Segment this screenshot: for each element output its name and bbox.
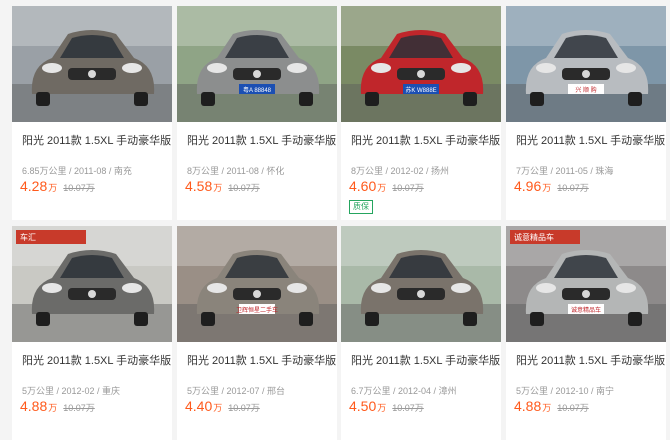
price-row: 4.88万 10.07万 [20,398,95,416]
car-photo[interactable]: 卫辉恒星二手车 [177,226,337,342]
listing-grid: 阳光 2011款 1.5XL 手动豪华版 6.85万公里 / 2011-08 / … [0,0,670,440]
listing-meta: 5万公里 / 2012-07 / 邢台 [187,386,286,396]
listing-meta: 5万公里 / 2012-10 / 南宁 [516,386,615,396]
car-listing-card[interactable]: 兴 顺 购阳光 2011款 1.5XL 手动豪华版 7万公里 / 2011-05 … [506,6,666,220]
car-listing-card[interactable]: 苏K W888E 阳光 2011款 1.5XL 手动豪华版 8万公里 / 2012-… [341,6,501,220]
listing-title[interactable]: 阳光 2011款 1.5XL 手动豪华版 [22,132,171,148]
car-image: 苏K W888E [341,6,501,122]
car-image: 卫辉恒星二手车 [177,226,337,342]
original-price: 10.07万 [557,183,589,193]
license-plate-text: 苏K W888E [405,86,436,94]
warranty-badge: 质保 [349,200,373,214]
listing-title[interactable]: 阳光 2011款 1.5XL 手动豪华版 [516,132,665,148]
car-photo[interactable] [12,6,172,122]
listing-title[interactable]: 阳光 2011款 1.5XL 手动豪华版 [187,132,336,148]
car-listing-card[interactable]: 粤A 88848 阳光 2011款 1.5XL 手动豪华版 8万公里 / 2011-… [177,6,337,220]
car-photo[interactable]: 兴 顺 购 [506,6,666,122]
listing-meta: 6.7万公里 / 2012-04 / 漳州 [351,386,457,396]
price-row: 4.50万 10.07万 [349,398,424,416]
price-row: 4.28万 10.07万 [20,178,95,196]
original-price: 10.07万 [228,183,260,193]
price-row: 4.96万 10.07万 [514,178,589,196]
price-unit: 万 [48,183,58,193]
listing-title[interactable]: 阳光 2011款 1.5XL 手动豪华版 [351,352,500,368]
car-image: 粤A 88848 [177,6,337,122]
price-unit: 万 [542,183,552,193]
license-plate-text: 诚意精品车 [571,306,601,314]
current-price: 4.28 [20,178,48,194]
current-price: 4.60 [349,178,377,194]
car-image: 兴 顺 购 [506,6,666,122]
original-price: 10.07万 [392,183,424,193]
car-photo[interactable]: 车汇 [12,226,172,342]
price-row: 4.60万 10.07万 [349,178,424,196]
car-listing-card[interactable]: 阳光 2011款 1.5XL 手动豪华版 6.7万公里 / 2012-04 / 漳… [341,226,501,440]
car-image: 车汇 [12,226,172,342]
license-plate-text: 粤A 88848 [243,86,272,94]
dealer-sign-text: 车汇 [20,232,36,242]
car-photo[interactable] [341,226,501,342]
listing-meta: 7万公里 / 2011-05 / 珠海 [516,166,614,176]
car-listing-card[interactable]: 诚意精品车 诚意精品车 阳光 2011款 1.5XL 手动豪华版 5万公里 / 201… [506,226,666,440]
car-listing-card[interactable]: 车汇阳光 2011款 1.5XL 手动豪华版 5万公里 / 2012-02 / 重… [12,226,172,440]
price-unit: 万 [377,183,387,193]
license-plate-text: 兴 顺 购 [575,86,596,94]
car-photo[interactable]: 苏K W888E [341,6,501,122]
car-image [12,6,172,122]
current-price: 4.58 [185,178,213,194]
price-unit: 万 [213,183,223,193]
price-row: 4.58万 10.07万 [185,178,260,196]
listing-meta: 8万公里 / 2011-08 / 怀化 [187,166,285,176]
car-photo[interactable]: 诚意精品车 诚意精品车 [506,226,666,342]
listing-title[interactable]: 阳光 2011款 1.5XL 手动豪华版 [187,352,336,368]
car-photo[interactable]: 粤A 88848 [177,6,337,122]
listing-title[interactable]: 阳光 2011款 1.5XL 手动豪华版 [351,132,500,148]
car-image [341,226,501,342]
listing-title[interactable]: 阳光 2011款 1.5XL 手动豪华版 [516,352,665,368]
price-row: 4.88万 10.07万 [514,398,589,416]
current-price: 4.96 [514,178,542,194]
license-plate-text: 卫辉恒星二手车 [236,306,278,314]
price-row: 4.40万 10.07万 [185,398,260,416]
listing-meta: 8万公里 / 2012-02 / 扬州 [351,166,450,176]
listing-meta: 5万公里 / 2012-02 / 重庆 [22,386,121,396]
dealer-sign-text: 诚意精品车 [514,232,554,242]
listing-meta: 6.85万公里 / 2011-08 / 南充 [22,166,132,176]
car-image: 诚意精品车诚意精品车 [506,226,666,342]
original-price: 10.07万 [63,183,95,193]
listing-title[interactable]: 阳光 2011款 1.5XL 手动豪华版 [22,352,171,368]
car-listing-card[interactable]: 卫辉恒星二手车阳光 2011款 1.5XL 手动豪华版 5万公里 / 2012-0… [177,226,337,440]
car-listing-card[interactable]: 阳光 2011款 1.5XL 手动豪华版 6.85万公里 / 2011-08 / … [12,6,172,220]
